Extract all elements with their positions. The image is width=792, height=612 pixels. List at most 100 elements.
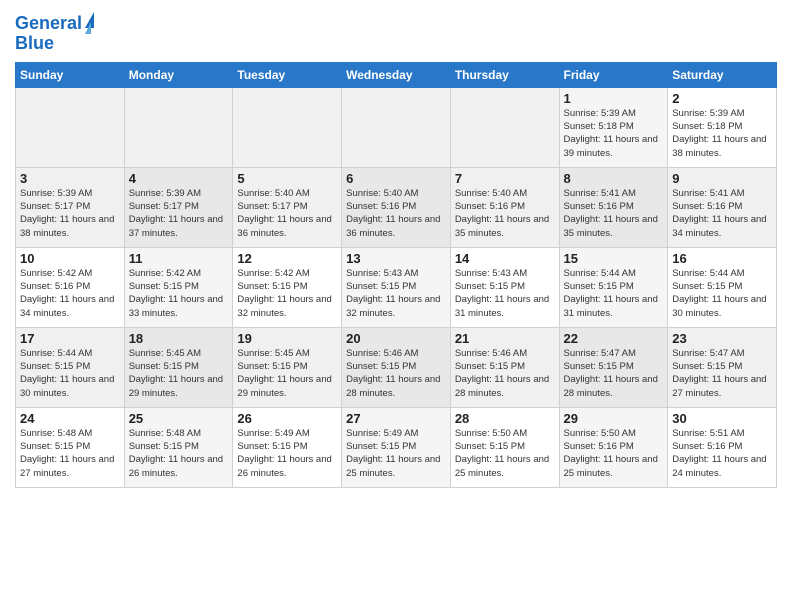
- day-number: 26: [237, 411, 337, 426]
- calendar-day-cell: 27Sunrise: 5:49 AMSunset: 5:15 PMDayligh…: [342, 407, 451, 487]
- day-info: Sunrise: 5:44 AMSunset: 5:15 PMDaylight:…: [20, 347, 120, 400]
- day-number: 22: [564, 331, 664, 346]
- day-number: 5: [237, 171, 337, 186]
- logo-text-general: General: [15, 14, 82, 34]
- day-number: 4: [129, 171, 229, 186]
- calendar-day-cell: 6Sunrise: 5:40 AMSunset: 5:16 PMDaylight…: [342, 167, 451, 247]
- calendar-day-cell: [233, 87, 342, 167]
- day-number: 28: [455, 411, 555, 426]
- calendar-day-cell: 21Sunrise: 5:46 AMSunset: 5:15 PMDayligh…: [450, 327, 559, 407]
- weekday-header-tuesday: Tuesday: [233, 62, 342, 87]
- calendar-day-cell: [450, 87, 559, 167]
- calendar-day-cell: 17Sunrise: 5:44 AMSunset: 5:15 PMDayligh…: [16, 327, 125, 407]
- day-info: Sunrise: 5:46 AMSunset: 5:15 PMDaylight:…: [455, 347, 555, 400]
- calendar-day-cell: 11Sunrise: 5:42 AMSunset: 5:15 PMDayligh…: [124, 247, 233, 327]
- calendar-day-cell: [124, 87, 233, 167]
- day-number: 10: [20, 251, 120, 266]
- calendar-day-cell: 12Sunrise: 5:42 AMSunset: 5:15 PMDayligh…: [233, 247, 342, 327]
- day-info: Sunrise: 5:44 AMSunset: 5:15 PMDaylight:…: [672, 267, 772, 320]
- day-info: Sunrise: 5:42 AMSunset: 5:15 PMDaylight:…: [237, 267, 337, 320]
- day-info: Sunrise: 5:45 AMSunset: 5:15 PMDaylight:…: [237, 347, 337, 400]
- calendar-page: General Blue SundayMondayTuesdayWednesda…: [0, 0, 792, 612]
- calendar-day-cell: 28Sunrise: 5:50 AMSunset: 5:15 PMDayligh…: [450, 407, 559, 487]
- calendar-week-row: 17Sunrise: 5:44 AMSunset: 5:15 PMDayligh…: [16, 327, 777, 407]
- calendar-day-cell: 9Sunrise: 5:41 AMSunset: 5:16 PMDaylight…: [668, 167, 777, 247]
- day-info: Sunrise: 5:40 AMSunset: 5:17 PMDaylight:…: [237, 187, 337, 240]
- day-number: 3: [20, 171, 120, 186]
- day-number: 1: [564, 91, 664, 106]
- calendar-day-cell: [16, 87, 125, 167]
- weekday-header-monday: Monday: [124, 62, 233, 87]
- calendar-day-cell: 18Sunrise: 5:45 AMSunset: 5:15 PMDayligh…: [124, 327, 233, 407]
- calendar-day-cell: 25Sunrise: 5:48 AMSunset: 5:15 PMDayligh…: [124, 407, 233, 487]
- day-info: Sunrise: 5:48 AMSunset: 5:15 PMDaylight:…: [20, 427, 120, 480]
- day-info: Sunrise: 5:47 AMSunset: 5:15 PMDaylight:…: [672, 347, 772, 400]
- day-number: 25: [129, 411, 229, 426]
- day-number: 29: [564, 411, 664, 426]
- calendar-week-row: 10Sunrise: 5:42 AMSunset: 5:16 PMDayligh…: [16, 247, 777, 327]
- day-info: Sunrise: 5:40 AMSunset: 5:16 PMDaylight:…: [455, 187, 555, 240]
- day-number: 30: [672, 411, 772, 426]
- calendar-week-row: 1Sunrise: 5:39 AMSunset: 5:18 PMDaylight…: [16, 87, 777, 167]
- day-info: Sunrise: 5:43 AMSunset: 5:15 PMDaylight:…: [346, 267, 446, 320]
- day-number: 12: [237, 251, 337, 266]
- day-info: Sunrise: 5:42 AMSunset: 5:16 PMDaylight:…: [20, 267, 120, 320]
- weekday-header-row: SundayMondayTuesdayWednesdayThursdayFrid…: [16, 62, 777, 87]
- calendar-day-cell: 14Sunrise: 5:43 AMSunset: 5:15 PMDayligh…: [450, 247, 559, 327]
- day-number: 18: [129, 331, 229, 346]
- day-number: 17: [20, 331, 120, 346]
- day-number: 24: [20, 411, 120, 426]
- calendar-day-cell: 24Sunrise: 5:48 AMSunset: 5:15 PMDayligh…: [16, 407, 125, 487]
- calendar-day-cell: 5Sunrise: 5:40 AMSunset: 5:17 PMDaylight…: [233, 167, 342, 247]
- weekday-header-saturday: Saturday: [668, 62, 777, 87]
- day-info: Sunrise: 5:39 AMSunset: 5:18 PMDaylight:…: [564, 107, 664, 160]
- weekday-header-friday: Friday: [559, 62, 668, 87]
- day-number: 27: [346, 411, 446, 426]
- calendar-day-cell: 19Sunrise: 5:45 AMSunset: 5:15 PMDayligh…: [233, 327, 342, 407]
- day-number: 6: [346, 171, 446, 186]
- calendar-day-cell: 30Sunrise: 5:51 AMSunset: 5:16 PMDayligh…: [668, 407, 777, 487]
- logo: General Blue: [15, 14, 94, 54]
- day-number: 9: [672, 171, 772, 186]
- day-number: 19: [237, 331, 337, 346]
- day-number: 8: [564, 171, 664, 186]
- calendar-day-cell: 22Sunrise: 5:47 AMSunset: 5:15 PMDayligh…: [559, 327, 668, 407]
- day-info: Sunrise: 5:44 AMSunset: 5:15 PMDaylight:…: [564, 267, 664, 320]
- calendar-day-cell: 26Sunrise: 5:49 AMSunset: 5:15 PMDayligh…: [233, 407, 342, 487]
- calendar-day-cell: 13Sunrise: 5:43 AMSunset: 5:15 PMDayligh…: [342, 247, 451, 327]
- day-info: Sunrise: 5:46 AMSunset: 5:15 PMDaylight:…: [346, 347, 446, 400]
- day-info: Sunrise: 5:40 AMSunset: 5:16 PMDaylight:…: [346, 187, 446, 240]
- weekday-header-wednesday: Wednesday: [342, 62, 451, 87]
- calendar-day-cell: [342, 87, 451, 167]
- day-number: 11: [129, 251, 229, 266]
- day-number: 23: [672, 331, 772, 346]
- day-info: Sunrise: 5:39 AMSunset: 5:18 PMDaylight:…: [672, 107, 772, 160]
- day-info: Sunrise: 5:49 AMSunset: 5:15 PMDaylight:…: [346, 427, 446, 480]
- day-info: Sunrise: 5:42 AMSunset: 5:15 PMDaylight:…: [129, 267, 229, 320]
- day-info: Sunrise: 5:48 AMSunset: 5:15 PMDaylight:…: [129, 427, 229, 480]
- day-info: Sunrise: 5:43 AMSunset: 5:15 PMDaylight:…: [455, 267, 555, 320]
- calendar-day-cell: 3Sunrise: 5:39 AMSunset: 5:17 PMDaylight…: [16, 167, 125, 247]
- calendar-day-cell: 4Sunrise: 5:39 AMSunset: 5:17 PMDaylight…: [124, 167, 233, 247]
- day-info: Sunrise: 5:47 AMSunset: 5:15 PMDaylight:…: [564, 347, 664, 400]
- day-info: Sunrise: 5:41 AMSunset: 5:16 PMDaylight:…: [564, 187, 664, 240]
- calendar-day-cell: 20Sunrise: 5:46 AMSunset: 5:15 PMDayligh…: [342, 327, 451, 407]
- day-info: Sunrise: 5:51 AMSunset: 5:16 PMDaylight:…: [672, 427, 772, 480]
- logo-text-blue: Blue: [15, 34, 94, 54]
- header: General Blue: [15, 10, 777, 54]
- day-number: 21: [455, 331, 555, 346]
- calendar-day-cell: 15Sunrise: 5:44 AMSunset: 5:15 PMDayligh…: [559, 247, 668, 327]
- day-info: Sunrise: 5:41 AMSunset: 5:16 PMDaylight:…: [672, 187, 772, 240]
- calendar-day-cell: 10Sunrise: 5:42 AMSunset: 5:16 PMDayligh…: [16, 247, 125, 327]
- weekday-header-sunday: Sunday: [16, 62, 125, 87]
- day-number: 14: [455, 251, 555, 266]
- day-number: 20: [346, 331, 446, 346]
- day-number: 15: [564, 251, 664, 266]
- calendar-day-cell: 1Sunrise: 5:39 AMSunset: 5:18 PMDaylight…: [559, 87, 668, 167]
- calendar-day-cell: 8Sunrise: 5:41 AMSunset: 5:16 PMDaylight…: [559, 167, 668, 247]
- day-info: Sunrise: 5:49 AMSunset: 5:15 PMDaylight:…: [237, 427, 337, 480]
- day-number: 13: [346, 251, 446, 266]
- day-info: Sunrise: 5:39 AMSunset: 5:17 PMDaylight:…: [20, 187, 120, 240]
- day-info: Sunrise: 5:39 AMSunset: 5:17 PMDaylight:…: [129, 187, 229, 240]
- day-number: 2: [672, 91, 772, 106]
